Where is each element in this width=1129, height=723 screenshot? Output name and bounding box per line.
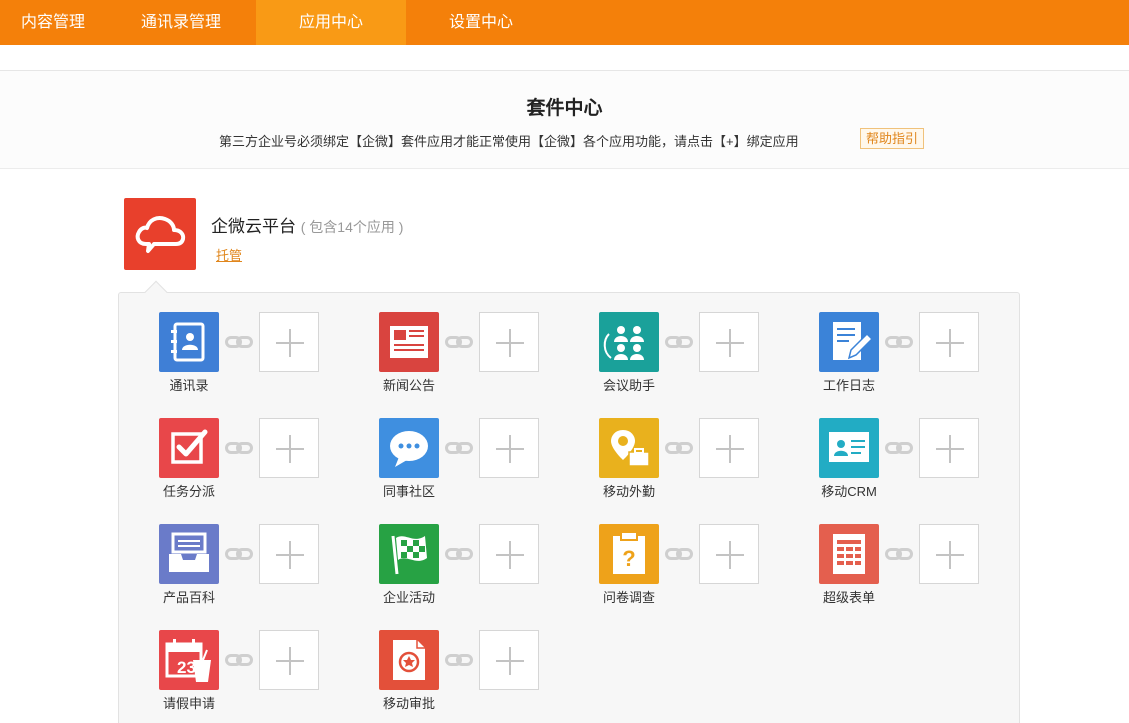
suite-title: 企微云平台: [211, 217, 296, 236]
top-nav: 内容管理 通讯录管理 应用中心 设置中心: [0, 0, 1129, 45]
link-chain-icon: [665, 440, 693, 456]
link-chain-icon: [225, 546, 253, 562]
app-item: 同事社区: [379, 418, 559, 518]
link-chain-icon: [225, 440, 253, 456]
app-item: 通讯录: [159, 312, 339, 412]
bind-app-button[interactable]: [699, 312, 759, 372]
suite-app-count: ( 包含14个应用 ): [300, 219, 404, 235]
app-item: 移动外勤: [599, 418, 779, 518]
app-item: 23 请假申请: [159, 630, 339, 723]
suite-center-header: 套件中心 第三方企业号必须绑定【企微】套件应用才能正常使用【企微】各个应用功能，…: [0, 71, 1129, 169]
bind-app-button[interactable]: [479, 630, 539, 690]
app-label: 通讯录: [169, 378, 209, 393]
address-book-icon[interactable]: [159, 312, 219, 372]
calendar-cup-icon[interactable]: 23: [159, 630, 219, 690]
app-item: 超级表单: [819, 524, 999, 624]
location-briefcase-icon[interactable]: [599, 418, 659, 478]
app-label: 产品百科: [162, 590, 215, 605]
newspaper-icon[interactable]: [379, 312, 439, 372]
checkered-flag-icon[interactable]: [379, 524, 439, 584]
link-chain-icon: [885, 440, 913, 456]
link-chain-icon: [445, 546, 473, 562]
task-check-icon[interactable]: [159, 418, 219, 478]
bind-app-button[interactable]: [479, 312, 539, 372]
bind-app-button[interactable]: [699, 524, 759, 584]
link-chain-icon: [445, 334, 473, 350]
help-guide-button[interactable]: 帮助指引: [860, 128, 925, 149]
app-label: 任务分派: [162, 484, 215, 499]
bind-app-button[interactable]: [259, 312, 319, 372]
bind-app-button[interactable]: [919, 312, 979, 372]
question-clipboard-icon[interactable]: ?: [599, 524, 659, 584]
bind-app-button[interactable]: [479, 524, 539, 584]
app-label: 超级表单: [822, 590, 875, 605]
app-label: 移动外勤: [602, 484, 655, 499]
approval-stamp-icon[interactable]: [379, 630, 439, 690]
link-chain-icon: [665, 334, 693, 350]
app-label: 同事社区: [382, 484, 435, 499]
cloud-chat-icon: [135, 216, 186, 253]
tab-content-management[interactable]: 内容管理: [0, 0, 106, 45]
app-item: 企业活动: [379, 524, 559, 624]
tab-app-center[interactable]: 应用中心: [256, 0, 406, 45]
link-chain-icon: [885, 334, 913, 350]
svg-text:?: ?: [622, 546, 635, 571]
app-label: 工作日志: [822, 378, 875, 393]
app-label: 移动审批: [382, 696, 435, 711]
bind-app-button[interactable]: [919, 418, 979, 478]
app-label: 问卷调查: [602, 590, 655, 605]
link-chain-icon: [225, 652, 253, 668]
tab-contacts-management[interactable]: 通讯录管理: [106, 0, 256, 45]
link-chain-icon: [665, 546, 693, 562]
app-item: 会议助手: [599, 312, 779, 412]
app-label: 移动CRM: [821, 484, 877, 499]
suite-name: 企微云平台 ( 包含14个应用 ): [211, 212, 403, 237]
host-link[interactable]: 托管: [216, 245, 242, 264]
bind-app-button[interactable]: [259, 418, 319, 478]
tab-settings-center[interactable]: 设置中心: [406, 0, 556, 45]
chat-bubble-icon[interactable]: [379, 418, 439, 478]
bind-app-button[interactable]: [699, 418, 759, 478]
link-chain-icon: [445, 652, 473, 668]
spreadsheet-icon[interactable]: [819, 524, 879, 584]
meeting-icon[interactable]: [599, 312, 659, 372]
app-item: 任务分派: [159, 418, 339, 518]
contact-card-icon[interactable]: [819, 418, 879, 478]
app-item: ? 问卷调查: [599, 524, 779, 624]
page-title: 套件中心: [526, 98, 603, 119]
log-edit-icon[interactable]: [819, 312, 879, 372]
app-item: 工作日志: [819, 312, 999, 412]
svg-text:23: 23: [177, 658, 196, 677]
link-chain-icon: [885, 546, 913, 562]
app-label: 企业活动: [382, 590, 435, 605]
link-chain-icon: [445, 440, 473, 456]
app-label: 会议助手: [602, 378, 655, 393]
app-label: 请假申请: [162, 696, 215, 711]
bind-app-button[interactable]: [259, 630, 319, 690]
bind-app-button[interactable]: [259, 524, 319, 584]
app-item: 移动审批: [379, 630, 559, 723]
link-chain-icon: [225, 334, 253, 350]
app-item: 新闻公告: [379, 312, 559, 412]
app-item: 移动CRM: [819, 418, 999, 518]
page-description: 第三方企业号必须绑定【企微】套件应用才能正常使用【企微】各个应用功能，请点击【+…: [219, 134, 799, 149]
app-label: 新闻公告: [382, 378, 435, 393]
bind-app-button[interactable]: [479, 418, 539, 478]
suite-logo: [124, 198, 196, 270]
inbox-tray-icon[interactable]: [159, 524, 219, 584]
app-item: 产品百科: [159, 524, 339, 624]
bind-app-button[interactable]: [919, 524, 979, 584]
